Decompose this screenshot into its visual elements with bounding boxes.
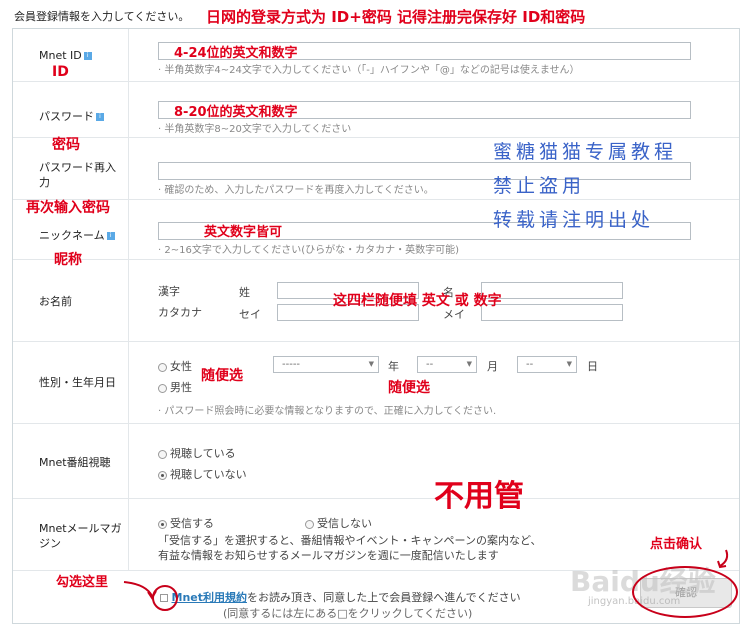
annotation-arrows [123, 549, 729, 600]
arrow-to-checkbox [123, 581, 153, 597]
arrow-to-confirm [719, 549, 729, 567]
